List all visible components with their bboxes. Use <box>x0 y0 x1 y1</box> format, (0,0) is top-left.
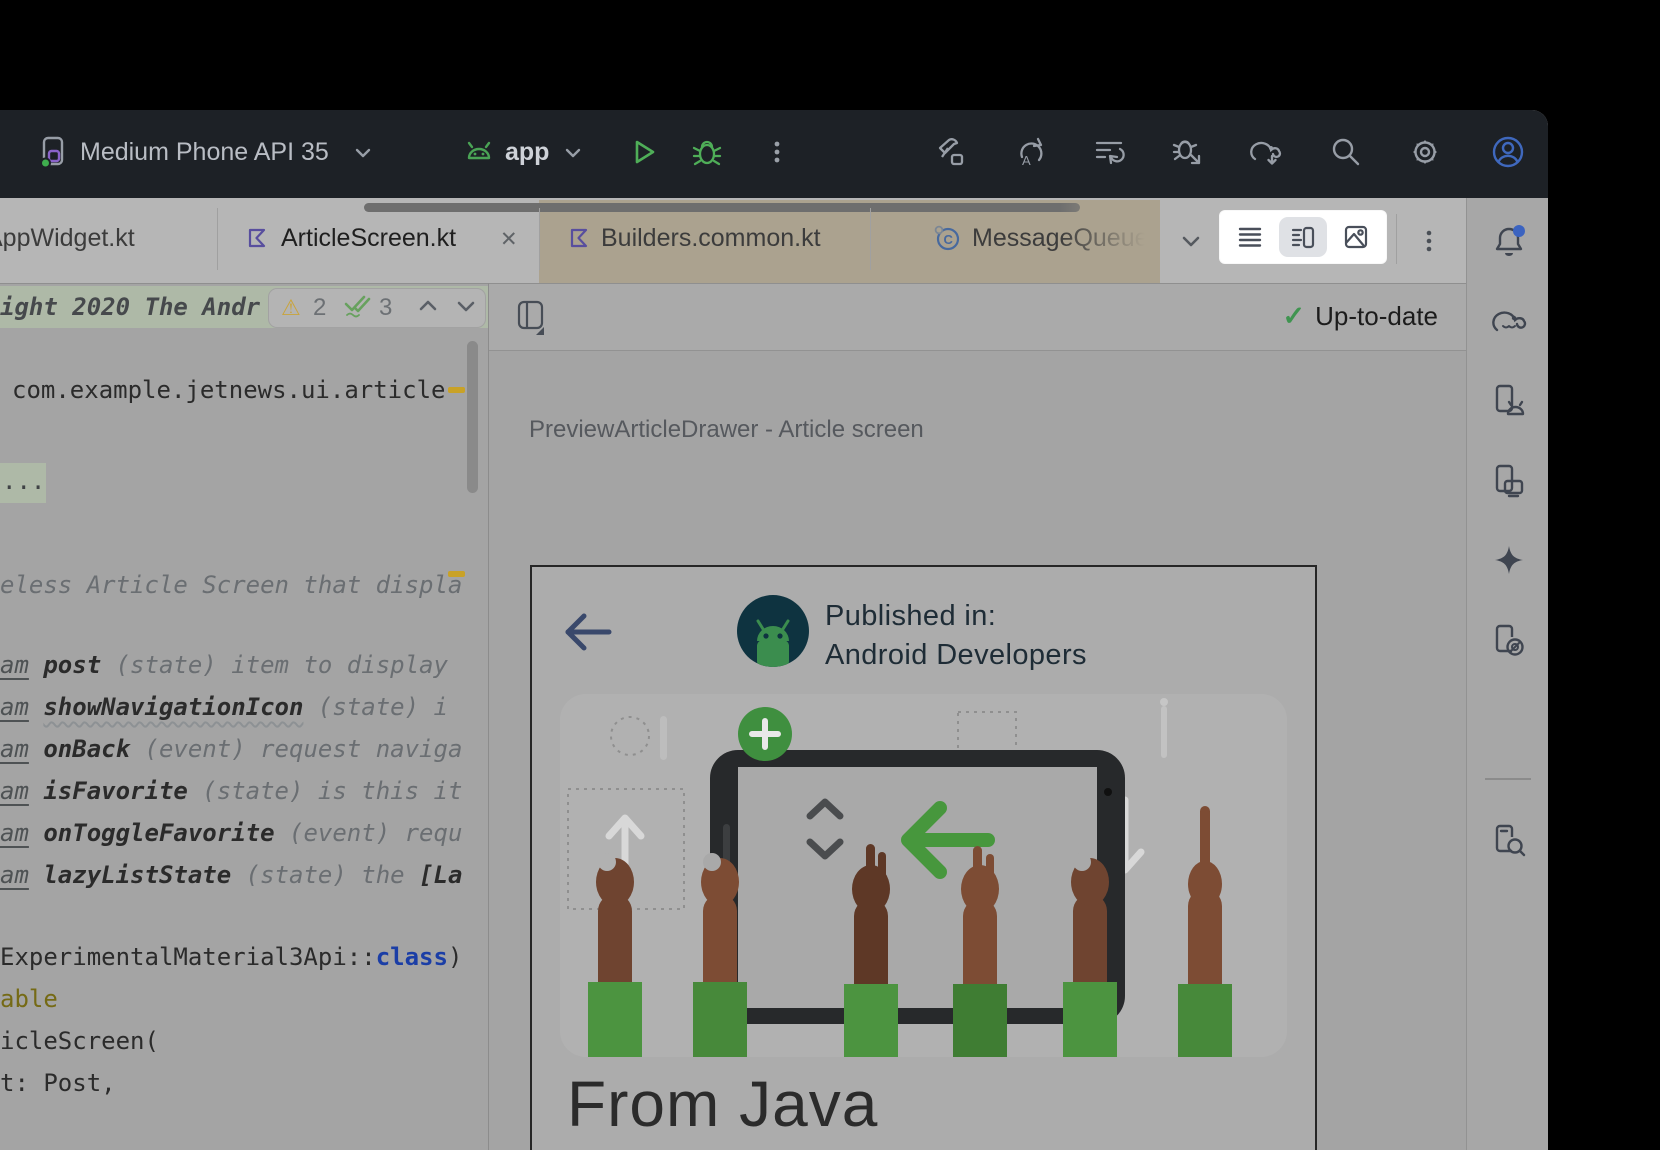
search-everywhere-icon[interactable] <box>1329 135 1363 169</box>
prev-chevron-up-icon[interactable] <box>415 293 441 326</box>
apply-code-changes-icon[interactable] <box>1092 135 1126 169</box>
inspections-widget[interactable]: ⚠ 2 3 <box>268 288 486 328</box>
editor-tab-bar: AppWidget.kt ArticleScreen.kt ✕ Builders… <box>0 198 1548 283</box>
warning-count: 2 <box>313 294 326 322</box>
code-line: t: Post, <box>0 1067 116 1099</box>
code-line: am lazyListState (state) the [La <box>0 859 462 891</box>
preview-status: ✓Up-to-date <box>1283 301 1438 332</box>
svg-text:C: C <box>944 232 954 247</box>
code-line: ExperimentalMaterial3Api::class) <box>0 941 462 973</box>
editor-scrollbar[interactable] <box>467 341 478 493</box>
tab-articlescreen[interactable]: ArticleScreen.kt <box>281 224 456 253</box>
editor-view-mode-toggles <box>1220 211 1386 263</box>
compose-preview-pane: ✓Up-to-date PreviewArticleDrawer - Artic… <box>489 283 1466 1150</box>
code-line: am post (state) item to display <box>0 649 448 681</box>
preview-layout-options-icon[interactable] <box>515 299 549 337</box>
android-studio-window: Medium Phone API 35 app <box>0 110 1548 1150</box>
apply-changes-icon[interactable]: A <box>1013 135 1047 169</box>
code-view-button[interactable] <box>1226 217 1274 257</box>
svg-text:A: A <box>1022 153 1031 168</box>
debug-button[interactable] <box>690 135 724 169</box>
check-icon: ✓ <box>1283 301 1306 331</box>
warning-stripe-mark <box>448 571 465 577</box>
ok-checks-icon <box>343 291 373 326</box>
device-icon <box>36 135 70 169</box>
tab-separator <box>217 208 218 270</box>
kotlin-file-icon <box>568 227 590 249</box>
gradle-tool-icon[interactable] <box>1491 304 1527 340</box>
design-view-button[interactable] <box>1332 217 1380 257</box>
tab-builders-common[interactable]: Builders.common.kt <box>601 224 821 253</box>
code-line: able <box>0 983 58 1015</box>
tab-overflow-fade <box>1060 200 1160 283</box>
android-head-icon <box>462 135 496 169</box>
config-chevron-down-icon[interactable] <box>562 142 584 164</box>
more-actions-kebab-icon[interactable] <box>760 135 794 169</box>
device-mirroring-icon[interactable] <box>1491 623 1527 659</box>
settings-gear-icon[interactable] <box>1408 135 1442 169</box>
code-line: am isFavorite (state) is this it <box>0 775 462 807</box>
code-line: ight 2020 The Andr <box>0 291 260 323</box>
running-devices-icon[interactable] <box>1491 383 1527 419</box>
attach-debugger-icon[interactable] <box>1171 135 1205 169</box>
article-hero-image <box>560 694 1287 1057</box>
split-view-button[interactable] <box>1279 217 1327 257</box>
warning-icon: ⚠ <box>281 295 301 321</box>
code-line: icleScreen( <box>0 1025 159 1057</box>
ok-count: 3 <box>379 294 392 322</box>
run-button[interactable] <box>626 135 660 169</box>
folded-imports-ellipsis[interactable]: ... <box>2 465 45 497</box>
preview-toolbar: ✓Up-to-date <box>489 284 1466 351</box>
publisher-avatar <box>737 595 809 667</box>
publisher-name: Android Developers <box>825 639 1087 672</box>
right-tool-stripe <box>1466 198 1548 1150</box>
tab-separator <box>539 208 540 270</box>
kotlin-file-icon <box>246 227 268 249</box>
device-chevron-down-icon[interactable] <box>352 142 374 164</box>
code-line: am showNavigationIcon (state) i <box>0 691 448 723</box>
gradle-sync-icon[interactable] <box>1250 135 1284 169</box>
tab-appwidget[interactable]: AppWidget.kt <box>0 224 135 253</box>
back-arrow-icon[interactable] <box>562 609 614 655</box>
next-chevron-down-icon[interactable] <box>453 293 479 326</box>
article-preview-card[interactable]: Published in: Android Developers <box>530 565 1317 1150</box>
device-manager-icon[interactable] <box>1491 463 1527 499</box>
code-line: am onBack (event) request naviga <box>0 733 462 765</box>
preview-composable-label[interactable]: PreviewArticleDrawer - Article screen <box>529 416 924 444</box>
tab-separator <box>870 208 871 270</box>
tab-options-kebab-icon[interactable] <box>1414 226 1444 256</box>
class-file-icon: C <box>934 225 960 251</box>
toolbar-divider <box>1396 214 1397 264</box>
tab-horizontal-scrollbar[interactable] <box>364 203 1080 212</box>
tab-close-icon[interactable]: ✕ <box>500 227 518 252</box>
tab-list-chevron-down-icon[interactable] <box>1176 226 1206 256</box>
stripe-divider <box>1485 778 1531 780</box>
profile-avatar-icon[interactable] <box>1490 134 1526 170</box>
code-editor[interactable]: ight 2020 The Andr ⚠ 2 3 com.example.jet… <box>0 283 488 1150</box>
device-selector[interactable]: Medium Phone API 35 <box>80 138 329 167</box>
device-explorer-icon[interactable] <box>1491 823 1527 859</box>
code-line: am onToggleFavorite (event) requ <box>0 817 462 849</box>
main-toolbar: Medium Phone API 35 app <box>0 110 1548 198</box>
article-title-line1: From Java <box>567 1067 878 1141</box>
code-line: eless Article Screen that displa <box>0 569 462 601</box>
notifications-bell-icon[interactable] <box>1491 223 1527 259</box>
code-line: com.example.jetnews.ui.article <box>12 374 445 406</box>
run-config-selector[interactable]: app <box>505 138 549 167</box>
gemini-sparkle-icon[interactable] <box>1491 543 1527 579</box>
build-hammer-icon[interactable] <box>934 135 968 169</box>
published-in-label: Published in: <box>825 600 996 633</box>
warning-stripe-mark <box>448 387 465 393</box>
